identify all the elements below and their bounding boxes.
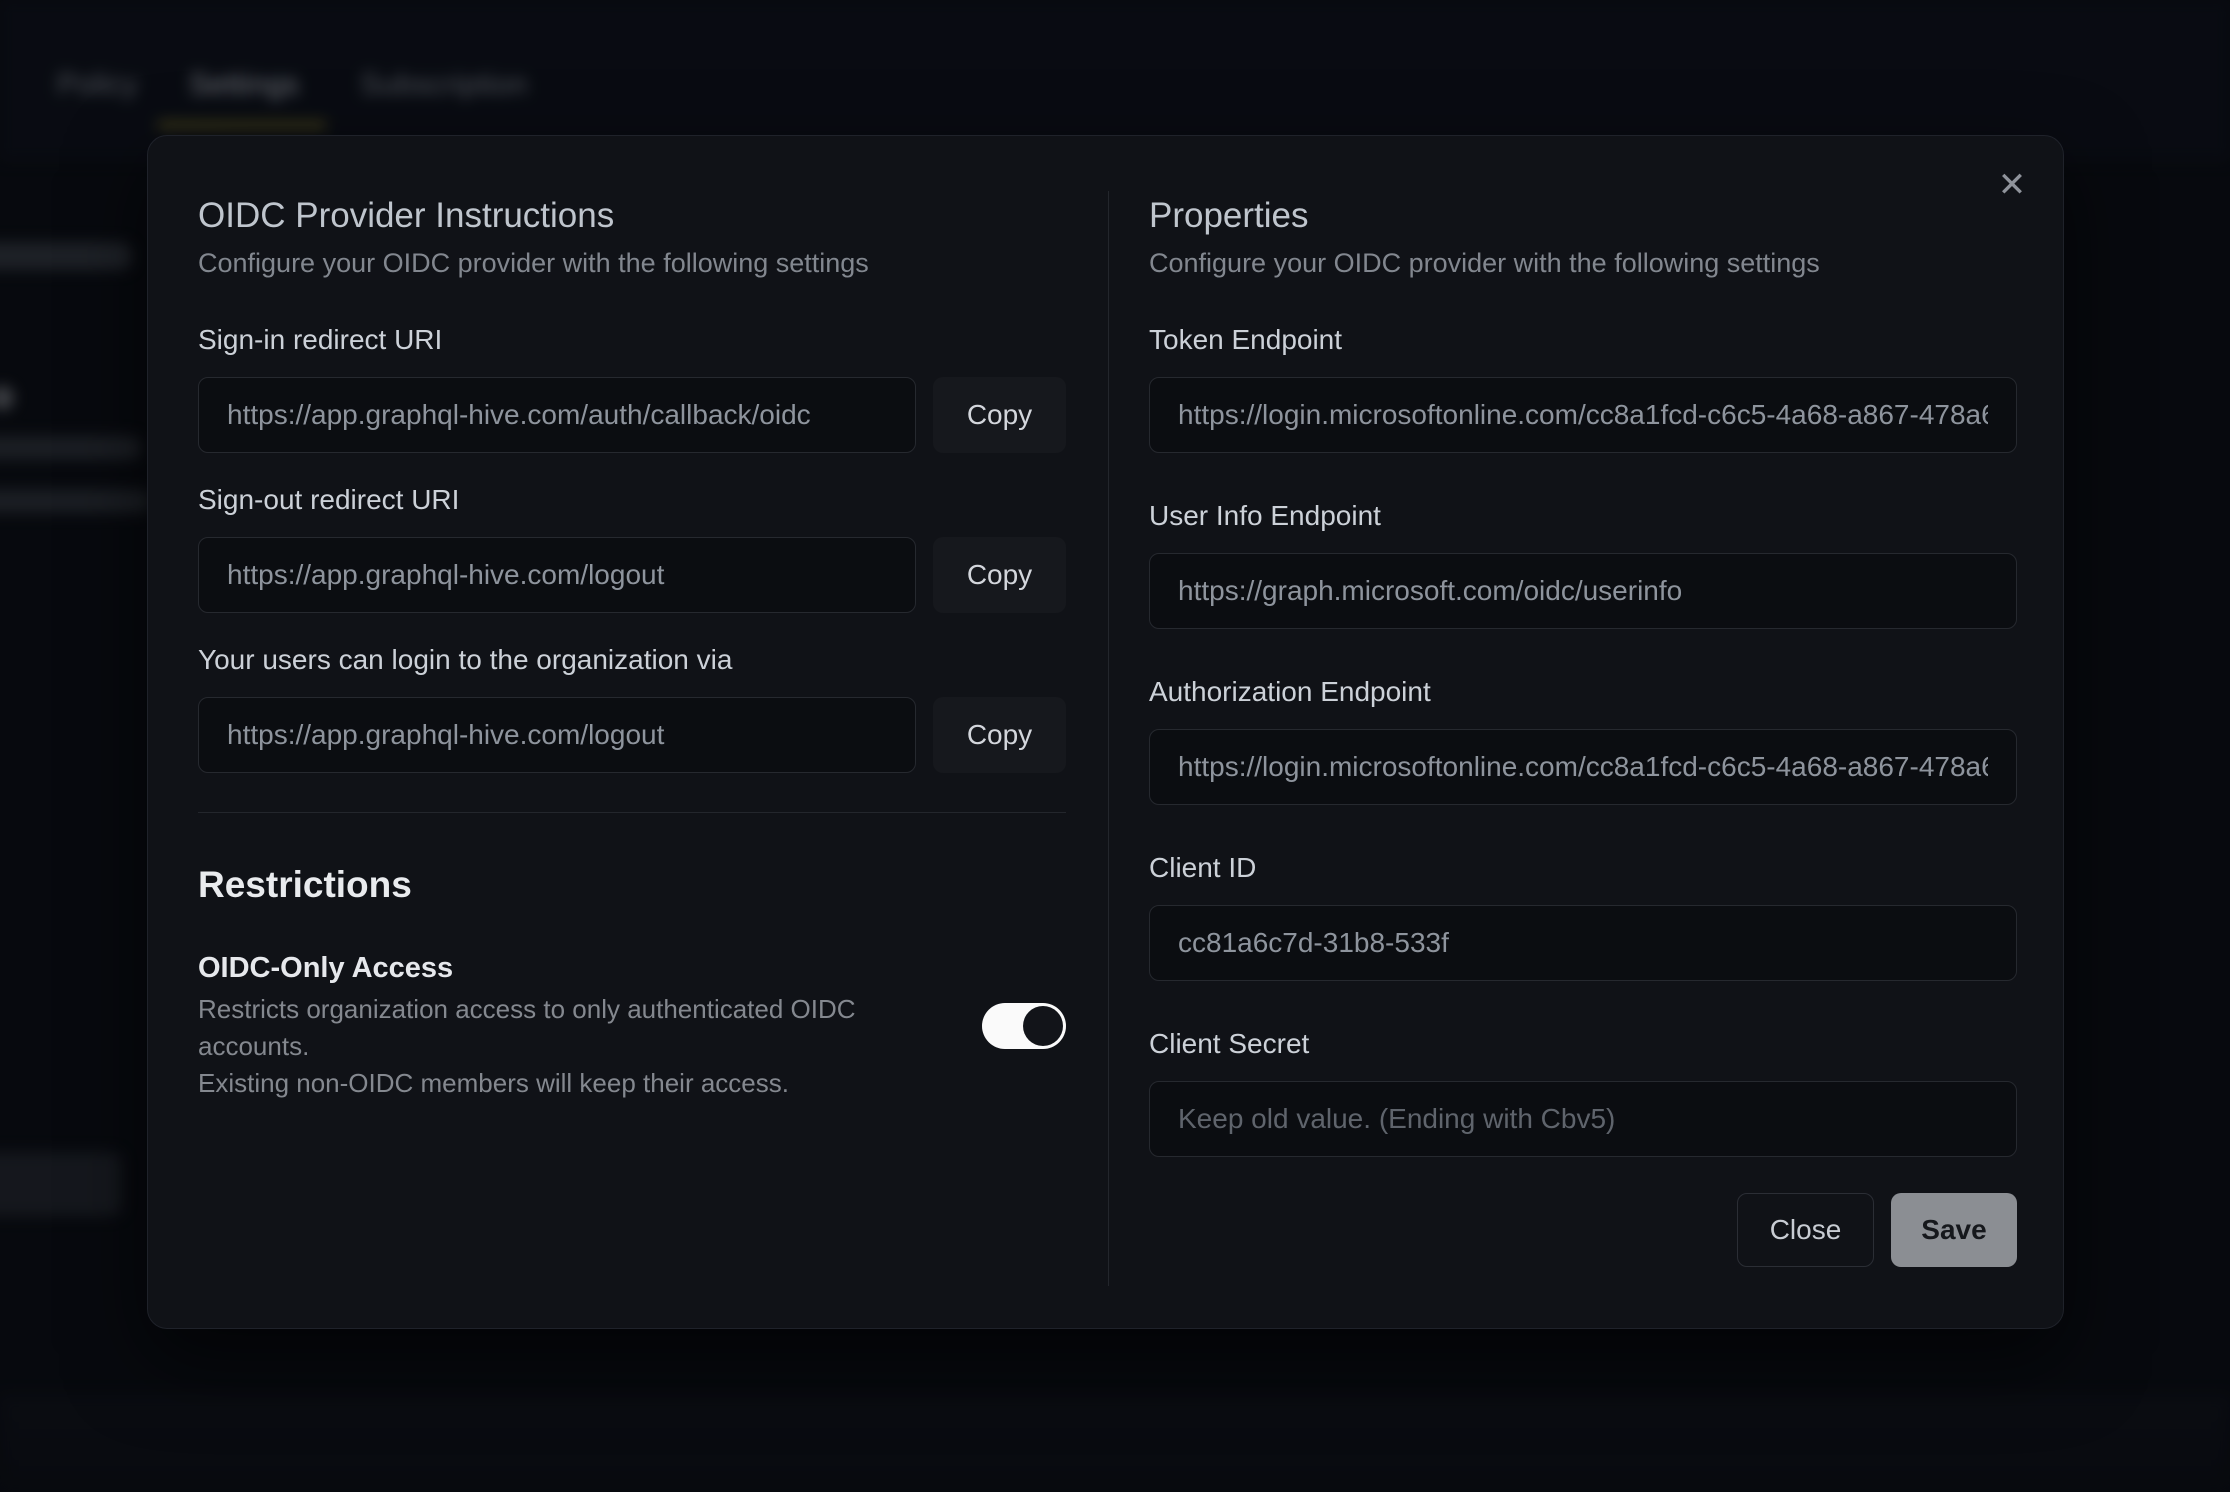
user-info-endpoint-label: User Info Endpoint <box>1149 499 2017 533</box>
oidc-only-access-toggle[interactable] <box>982 1003 1066 1049</box>
instructions-subtitle: Configure your OIDC provider with the fo… <box>198 246 1066 280</box>
instructions-title: OIDC Provider Instructions <box>198 194 1066 238</box>
client-id-label: Client ID <box>1149 851 2017 885</box>
signout-redirect-uri-label: Sign-out redirect URI <box>198 483 1066 517</box>
client-secret-label: Client Secret <box>1149 1027 2017 1061</box>
signin-redirect-uri-row: Copy <box>198 377 1066 453</box>
login-via-input[interactable] <box>198 697 916 773</box>
properties-column: Properties Configure your OIDC provider … <box>1149 194 2017 1267</box>
oidc-only-access-label: OIDC-Only Access <box>198 950 952 986</box>
copy-login-via-button[interactable]: Copy <box>933 697 1066 773</box>
oidc-only-access-text: OIDC-Only Access Restricts organization … <box>198 950 952 1102</box>
copy-signin-uri-button[interactable]: Copy <box>933 377 1066 453</box>
user-info-endpoint-input[interactable] <box>1149 553 2017 629</box>
authorization-endpoint-input[interactable] <box>1149 729 2017 805</box>
toggle-knob <box>1023 1006 1063 1046</box>
column-divider <box>1108 191 1109 1286</box>
description-line-2: Existing non-OIDC members will keep thei… <box>198 1068 789 1098</box>
copy-signout-uri-button[interactable]: Copy <box>933 537 1066 613</box>
token-endpoint-label: Token Endpoint <box>1149 323 2017 357</box>
signin-redirect-uri-input[interactable] <box>198 377 916 453</box>
oidc-settings-dialog: ✕ OIDC Provider Instructions Configure y… <box>147 135 2064 1329</box>
login-via-row: Copy <box>198 697 1066 773</box>
client-secret-input[interactable] <box>1149 1081 2017 1157</box>
token-endpoint-input[interactable] <box>1149 377 2017 453</box>
save-button[interactable]: Save <box>1891 1193 2017 1267</box>
signout-redirect-uri-row: Copy <box>198 537 1066 613</box>
client-id-input[interactable] <box>1149 905 2017 981</box>
oidc-only-access-description: Restricts organization access to only au… <box>198 991 952 1102</box>
signin-redirect-uri-label: Sign-in redirect URI <box>198 323 1066 357</box>
section-divider <box>198 812 1066 813</box>
close-button[interactable]: Close <box>1737 1193 1874 1267</box>
authorization-endpoint-label: Authorization Endpoint <box>1149 675 2017 709</box>
instructions-column: OIDC Provider Instructions Configure you… <box>198 194 1066 1102</box>
properties-title: Properties <box>1149 194 2017 238</box>
login-via-label: Your users can login to the organization… <box>198 643 1066 677</box>
signout-redirect-uri-input[interactable] <box>198 537 916 613</box>
properties-subtitle: Configure your OIDC provider with the fo… <box>1149 246 2017 280</box>
restrictions-title: Restrictions <box>198 862 1066 908</box>
description-line-1: Restricts organization access to only au… <box>198 994 856 1061</box>
oidc-only-access-row: OIDC-Only Access Restricts organization … <box>198 950 1066 1102</box>
dialog-footer: Close Save <box>1149 1193 2017 1267</box>
